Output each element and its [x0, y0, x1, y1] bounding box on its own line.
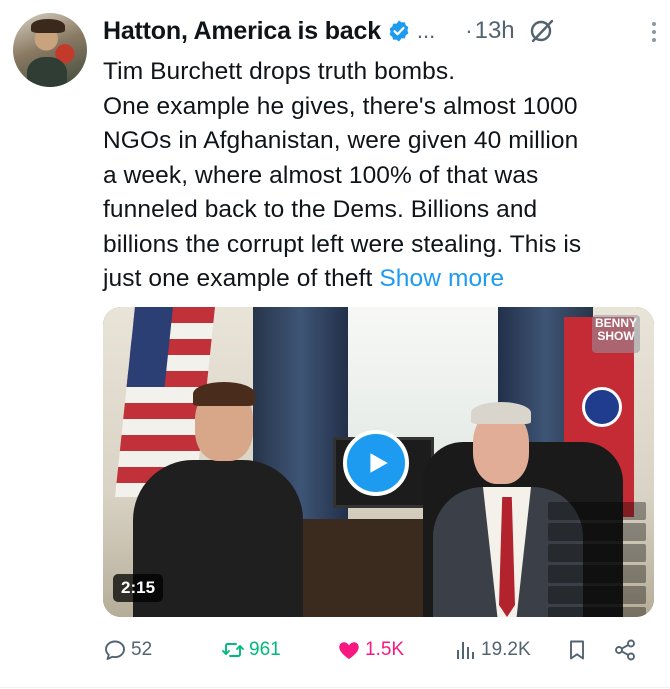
post-header: Hatton, America is back ... · 13h — [103, 12, 656, 50]
play-button[interactable] — [343, 430, 409, 496]
view-count: 19.2K — [481, 639, 531, 660]
video-duration: 2:15 — [113, 574, 164, 602]
more-options-icon[interactable] — [652, 22, 658, 42]
post-text: Tim Burchett drops truth bombs. One exam… — [103, 55, 658, 297]
post-text-line: One example he gives, there's almost 100… — [103, 92, 578, 120]
author-name[interactable]: Hatton, America is back — [103, 17, 381, 46]
benny-show-logo: BENNY SHOW — [592, 315, 640, 353]
play-icon — [370, 453, 388, 473]
repost-count: 961 — [249, 639, 281, 660]
heart-icon — [339, 642, 359, 659]
like-count: 1.5K — [365, 639, 405, 660]
post-text-last-line: just one example of theft Show more — [103, 262, 658, 297]
separator-dot: · — [465, 18, 473, 43]
author-avatar[interactable] — [13, 13, 87, 87]
views-button[interactable]: 19.2K — [453, 638, 531, 662]
share-icon — [615, 639, 635, 661]
bookmark-icon — [570, 640, 584, 660]
repost-button[interactable]: 961 — [221, 638, 281, 662]
video-chat-overlay — [548, 502, 646, 617]
share-button[interactable] — [613, 638, 641, 662]
bookmark-button[interactable] — [565, 638, 593, 662]
post-text-line: a week, where almost 100% of that was — [103, 161, 539, 189]
reply-icon — [105, 640, 125, 660]
author-handle[interactable]: ... — [417, 18, 435, 44]
reply-button[interactable]: 52 — [103, 638, 152, 662]
post-text-line: just one example of theft — [103, 265, 380, 292]
like-button[interactable]: 1.5K — [337, 638, 404, 662]
action-bar: 52 961 1.5K 19.2K — [103, 630, 648, 670]
video-player[interactable]: BENNY SHOW 2:15 — [103, 307, 654, 617]
post-text-line: funneled back to the Dems. Billions and — [103, 196, 538, 223]
show-more-link[interactable]: Show more — [379, 265, 504, 292]
post-text-line: Tim Burchett drops truth bombs. — [103, 58, 456, 85]
post-text-line: billions the corrupt left were stealing.… — [103, 230, 582, 258]
post-text-line: NGOs in Afghanistan, were given 40 milli… — [103, 127, 579, 154]
avatar-hat — [31, 19, 65, 33]
views-chart-icon — [457, 642, 474, 659]
repost-icon — [222, 643, 244, 657]
post-timestamp[interactable]: 13h — [475, 17, 515, 45]
reply-count: 52 — [131, 639, 153, 660]
verified-badge-icon — [389, 20, 409, 42]
avatar-body — [27, 57, 67, 87]
post-divider — [0, 687, 670, 688]
grok-icon[interactable] — [529, 18, 555, 44]
